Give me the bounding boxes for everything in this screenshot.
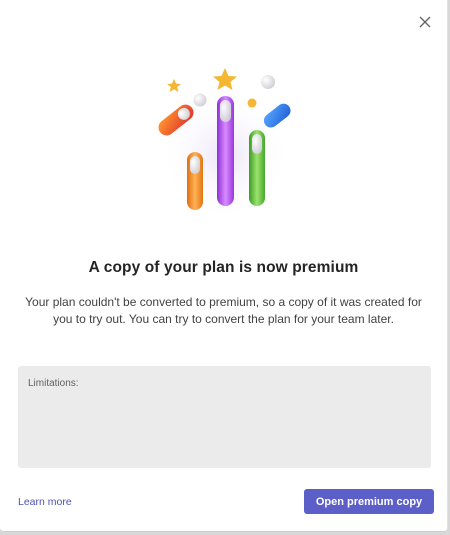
- learn-more-link[interactable]: Learn more: [18, 496, 72, 508]
- dialog-title: A copy of your plan is now premium: [88, 259, 359, 276]
- celebration-illustration: [158, 68, 291, 220]
- open-premium-copy-button[interactable]: Open premium copy: [304, 489, 434, 514]
- limitations-label: Limitations:: [28, 378, 79, 389]
- limitations-panel: Limitations:: [18, 366, 431, 468]
- dialog-description: Your plan couldn't be converted to premi…: [25, 295, 422, 326]
- star-icon: [167, 79, 181, 92]
- close-icon[interactable]: [417, 14, 433, 30]
- star-icon: [213, 68, 237, 90]
- premium-copy-dialog: A copy of your plan is now premium Your …: [0, 0, 448, 532]
